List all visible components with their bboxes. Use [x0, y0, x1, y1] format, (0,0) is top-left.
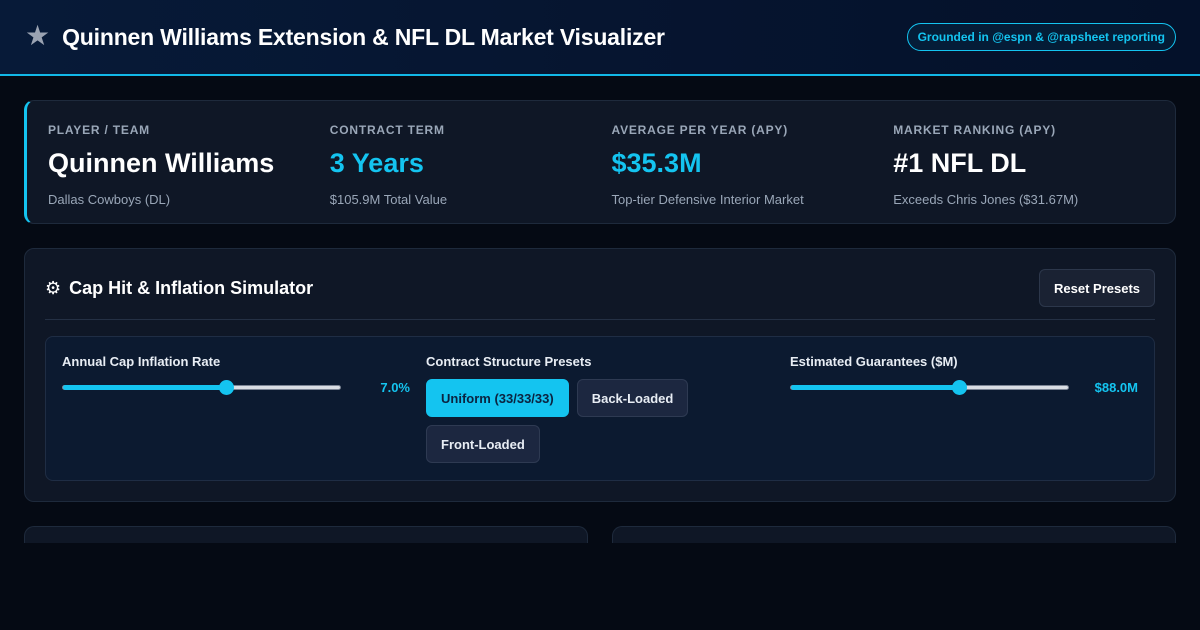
- inflation-slider-row: 7.0%: [62, 380, 426, 395]
- preset-back-loaded-button[interactable]: Back-Loaded: [576, 379, 689, 417]
- guarantees-slider[interactable]: [790, 380, 1069, 395]
- preset-buttons: Uniform (33/33/33) Back-Loaded Front-Loa…: [426, 379, 716, 463]
- stat-label: AVERAGE PER YEAR (APY): [611, 123, 789, 137]
- gear-icon: ⚙: [45, 277, 62, 298]
- stat-contract-term: CONTRACT TERM 3 Years $105.9M Total Valu…: [330, 123, 612, 223]
- star-icon: ★: [25, 20, 51, 51]
- stat-subtext: Dallas Cowboys (DL): [48, 192, 171, 207]
- presets-control: Contract Structure Presets Uniform (33/3…: [426, 354, 790, 480]
- stat-label: MARKET RANKING (APY): [893, 123, 1056, 137]
- inflation-value: 7.0%: [380, 380, 410, 395]
- slider-thumb[interactable]: [951, 380, 967, 395]
- stat-subtext: Exceeds Chris Jones ($31.67M): [893, 192, 1079, 207]
- guarantees-control: Estimated Guarantees ($M) $88.0M: [790, 354, 1138, 480]
- stat-value: 3 Years: [329, 148, 424, 178]
- simulator-header: ⚙ Cap Hit & Inflation Simulator Reset Pr…: [45, 269, 1155, 307]
- inflation-slider[interactable]: [62, 380, 341, 395]
- cap-hit-simulator-panel: ⚙ Cap Hit & Inflation Simulator Reset Pr…: [24, 248, 1176, 502]
- stat-market-ranking: MARKET RANKING (APY) #1 NFL DL Exceeds C…: [893, 123, 1175, 223]
- contract-summary-card: PLAYER / TEAM Quinnen Williams Dallas Co…: [24, 100, 1176, 224]
- guarantees-value: $88.0M: [1094, 380, 1138, 395]
- reset-presets-button[interactable]: Reset Presets: [1039, 269, 1155, 307]
- preset-front-loaded-button[interactable]: Front-Loaded: [426, 425, 540, 463]
- stat-value: Quinnen Williams: [48, 148, 275, 178]
- preset-uniform-button[interactable]: Uniform (33/33/33): [426, 379, 569, 417]
- inflation-control: Annual Cap Inflation Rate 7.0%: [62, 354, 426, 480]
- simulator-title: Cap Hit & Inflation Simulator: [69, 277, 314, 298]
- stat-label: PLAYER / TEAM: [48, 123, 150, 137]
- source-badge: Grounded in @espn & @rapsheet reporting: [906, 23, 1176, 51]
- simulator-controls: Annual Cap Inflation Rate 7.0% Contract …: [45, 336, 1155, 481]
- stat-player-team: PLAYER / TEAM Quinnen Williams Dallas Co…: [48, 123, 330, 223]
- stat-subtext: Top-tier Defensive Interior Market: [611, 192, 804, 207]
- inflation-label: Annual Cap Inflation Rate: [62, 354, 221, 369]
- stat-value: $35.3M: [611, 148, 702, 178]
- app-title: Quinnen Williams Extension & NFL DL Mark…: [62, 23, 665, 50]
- guarantees-slider-row: $88.0M: [790, 380, 1138, 395]
- presets-label: Contract Structure Presets: [426, 354, 592, 369]
- slider-thumb[interactable]: [219, 380, 235, 395]
- stat-value: #1 NFL DL: [893, 148, 1027, 178]
- page-bottom: [0, 543, 1200, 630]
- slider-fill: [63, 385, 227, 390]
- stat-apy: AVERAGE PER YEAR (APY) $35.3M Top-tier D…: [612, 123, 894, 223]
- stat-subtext: $105.9M Total Value: [329, 192, 448, 207]
- guarantees-label: Estimated Guarantees ($M): [790, 354, 958, 369]
- divider: [45, 319, 1155, 320]
- stat-label: CONTRACT TERM: [329, 123, 445, 137]
- header-title-group: ★ Quinnen Williams Extension & NFL DL Ma…: [25, 20, 665, 51]
- app-header: ★ Quinnen Williams Extension & NFL DL Ma…: [0, 0, 1200, 76]
- simulator-title-group: ⚙ Cap Hit & Inflation Simulator: [45, 278, 313, 299]
- slider-fill: [791, 385, 959, 390]
